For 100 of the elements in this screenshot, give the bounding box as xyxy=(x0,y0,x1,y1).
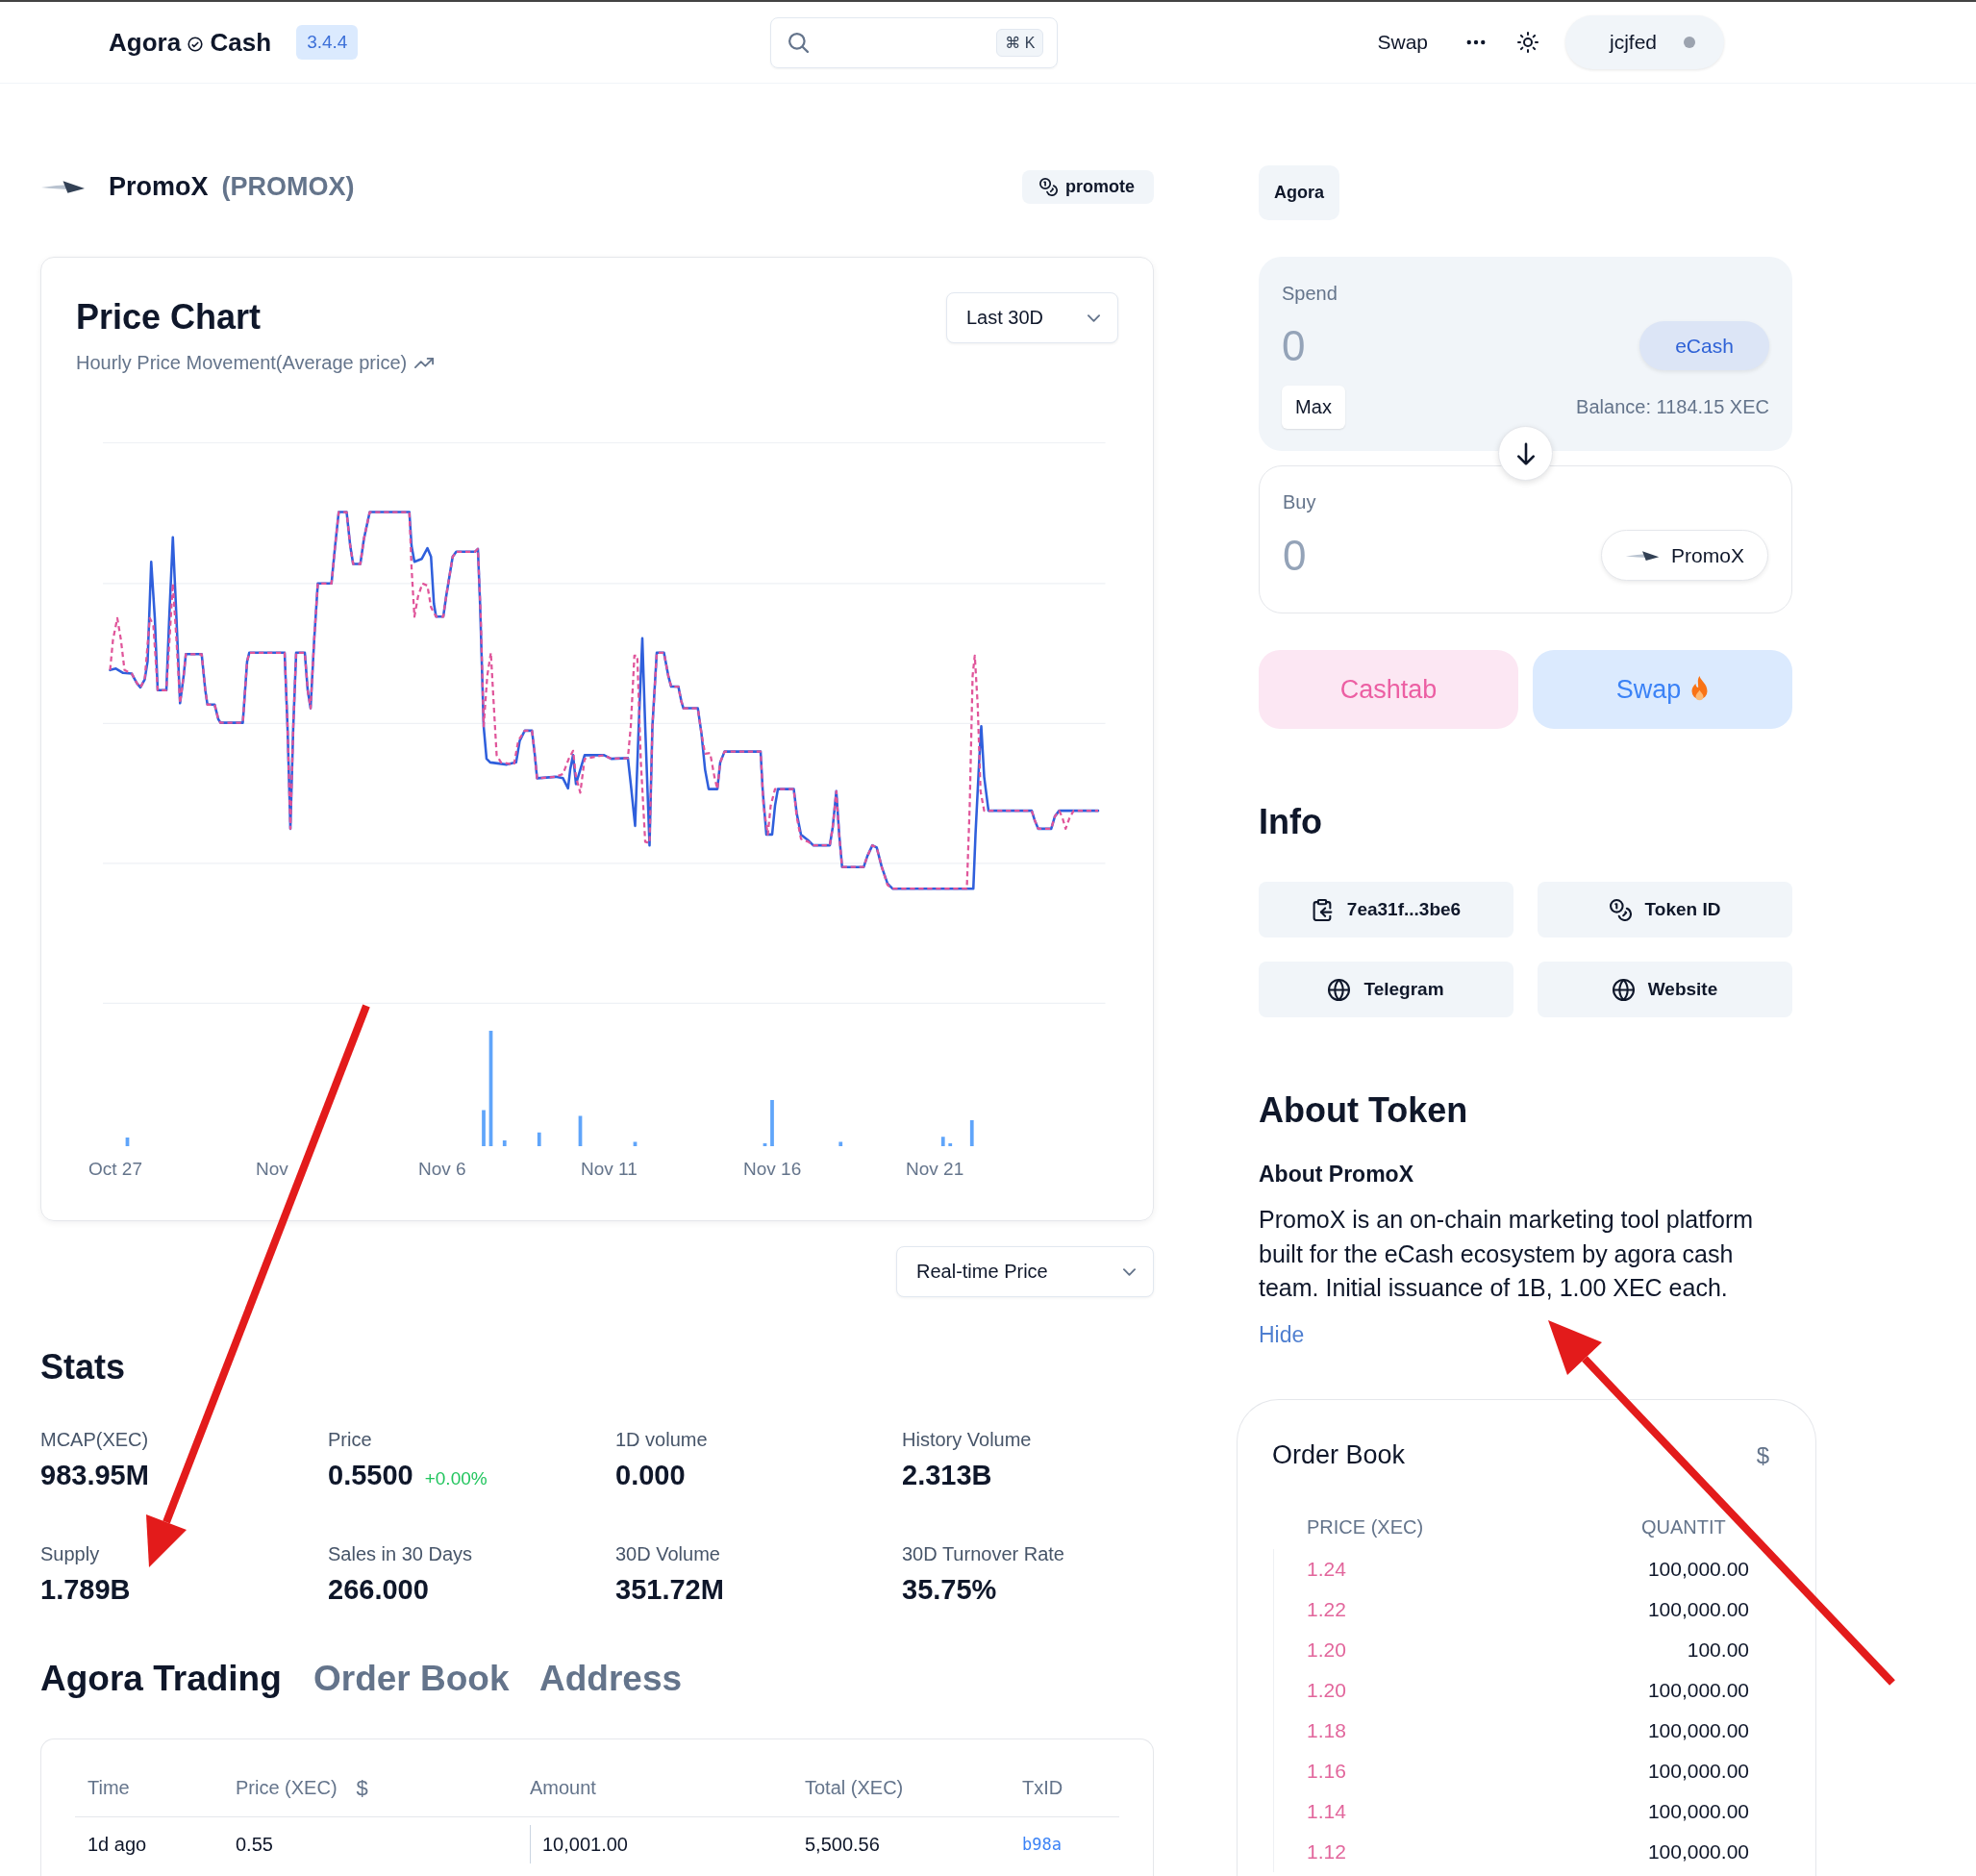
about-paragraph: PromoX is an on-chain marketing tool platform built for the eCash ecosystem by agora cash team. Initial issuance of 1B, 1.00 XEC each. xyxy=(1259,1205,1755,1303)
stat-value: 983.95M xyxy=(40,1459,149,1492)
stat-value: 0.5500 xyxy=(328,1459,413,1492)
fire-icon xyxy=(1690,676,1710,703)
stat-label: Price xyxy=(328,1428,372,1452)
field-label: Spend xyxy=(1282,282,1338,306)
volume-bar xyxy=(537,1132,541,1146)
info-link-button[interactable]: Telegram xyxy=(1259,962,1513,1017)
section-heading: Stats xyxy=(40,1346,127,1388)
price-change: +0.00% xyxy=(424,1468,488,1489)
globe-icon xyxy=(1328,978,1351,1001)
sun-icon[interactable] xyxy=(1517,32,1538,53)
table-cell: 5,500.56 xyxy=(805,1833,880,1856)
volume-bar xyxy=(969,1120,974,1146)
balance-text: Balance: 1184.15 XEC xyxy=(1576,396,1769,418)
volume-bar xyxy=(633,1141,638,1146)
price-cell: 1.20 xyxy=(1307,1678,1346,1702)
promote-button[interactable]: promote xyxy=(1022,170,1154,204)
txid-link[interactable]: b98a xyxy=(1022,1835,1062,1854)
stat-label: Sales in 30 Days xyxy=(328,1542,473,1566)
column-header: QUANTIT xyxy=(1641,1514,1726,1539)
stat-value: 1.789B xyxy=(40,1573,131,1607)
price-cell: 1.20 xyxy=(1307,1638,1346,1662)
chart-title: Price Chart xyxy=(76,296,263,338)
range-select[interactable]: Last 30D xyxy=(946,292,1118,343)
trend-up-icon xyxy=(414,357,435,368)
max-button[interactable]: Max xyxy=(1282,386,1345,429)
price-cell: 1.14 xyxy=(1307,1799,1346,1823)
token-symbol: (PROMOX) xyxy=(221,172,355,202)
amount-input[interactable]: 0 xyxy=(1283,531,1475,580)
quantity-cell: 100.00 xyxy=(1687,1638,1749,1662)
volume-bar xyxy=(125,1138,130,1146)
market-button[interactable]: Agora xyxy=(1259,165,1339,220)
chevron-down-icon xyxy=(1123,1267,1136,1276)
stat-label: History Volume xyxy=(902,1428,1032,1452)
info-link-button[interactable]: 7ea31f...3be6 xyxy=(1259,882,1513,938)
stat-label: 30D Volume xyxy=(615,1542,720,1566)
currency-toggle[interactable]: $ xyxy=(356,1775,368,1801)
volume-bar xyxy=(948,1143,953,1146)
currency-toggle[interactable]: $ xyxy=(1756,1441,1769,1469)
column-header: Amount xyxy=(530,1777,596,1799)
stat-label: MCAP(XEC) xyxy=(40,1428,149,1452)
volume-bar xyxy=(770,1100,774,1146)
quantity-cell: 100,000.00 xyxy=(1647,1799,1749,1823)
price-cell: 1.12 xyxy=(1307,1839,1346,1863)
table-cell: 10,001.00 xyxy=(530,1825,628,1863)
price-cell: 1.24 xyxy=(1307,1557,1346,1581)
volume-bar xyxy=(502,1140,507,1146)
axis-label: Oct 27 xyxy=(88,1158,142,1181)
more-icon[interactable] xyxy=(1466,39,1486,45)
nav-link[interactable]: Swap xyxy=(1377,31,1428,54)
amount-input[interactable]: 0 xyxy=(1282,321,1474,370)
arrow-down-icon xyxy=(1516,441,1535,465)
token-select-button[interactable]: eCash xyxy=(1639,321,1769,370)
hide-link[interactable]: Hide xyxy=(1259,1319,1305,1349)
column-header: PRICE (XEC) xyxy=(1307,1514,1424,1539)
clipboard-icon xyxy=(1311,898,1334,921)
volume-bar xyxy=(763,1143,767,1146)
volume-bar xyxy=(940,1137,945,1146)
stat-label: Supply xyxy=(40,1542,100,1566)
tab[interactable]: Order Book xyxy=(313,1658,510,1700)
stat-label: 1D volume xyxy=(615,1428,708,1452)
table-cell: 1d ago xyxy=(88,1833,147,1856)
section-heading: About Token xyxy=(1259,1089,1469,1132)
table-cell: 0.55 xyxy=(236,1833,273,1856)
quantity-cell: 100,000.00 xyxy=(1647,1557,1749,1581)
user-menu-button[interactable]: jcjfed xyxy=(1565,15,1724,69)
axis-label: Nov 11 xyxy=(581,1158,638,1181)
column-header: Time xyxy=(88,1777,130,1799)
tab[interactable]: Address xyxy=(539,1658,683,1700)
circle-check-icon xyxy=(188,36,204,52)
field-label: Buy xyxy=(1283,490,1317,514)
stat-value: 35.75% xyxy=(902,1573,997,1607)
axis-label: Nov 6 xyxy=(418,1158,466,1181)
stat-value: 351.72M xyxy=(615,1573,724,1607)
axis-label: Nov xyxy=(256,1158,288,1181)
shortcut-key: ⌘ K xyxy=(996,28,1044,57)
quantity-cell: 100,000.00 xyxy=(1647,1759,1749,1783)
volume-bar xyxy=(578,1115,583,1146)
tab[interactable]: Agora Trading xyxy=(40,1658,282,1700)
column-header: TxID xyxy=(1022,1777,1063,1799)
quantity-cell: 100,000.00 xyxy=(1647,1839,1749,1863)
search-field[interactable]: ⌘ K xyxy=(770,16,1059,68)
about-subheading: About PromoX xyxy=(1259,1161,1414,1188)
coins-icon xyxy=(1039,178,1058,196)
price-cell: 1.18 xyxy=(1307,1718,1346,1742)
info-link-button[interactable]: Website xyxy=(1538,962,1792,1017)
logo-link[interactable]: Agora Cash xyxy=(109,27,272,58)
globe-icon xyxy=(1612,978,1635,1001)
stat-label: 30D Turnover Rate xyxy=(902,1542,1064,1566)
info-link-button[interactable]: Token ID xyxy=(1538,882,1792,938)
price-mode-select[interactable]: Real-time Price xyxy=(896,1246,1154,1297)
status-dot-icon xyxy=(1684,37,1696,48)
order-book-title: Order Book xyxy=(1272,1440,1406,1470)
price-cell: 1.22 xyxy=(1307,1597,1346,1621)
quantity-cell: 100,000.00 xyxy=(1647,1678,1749,1702)
token-select-button[interactable]: PromoX xyxy=(1601,530,1768,581)
search-icon xyxy=(788,32,810,53)
column-header: Price (XEC) xyxy=(236,1777,338,1799)
swoosh-icon xyxy=(1625,549,1661,562)
